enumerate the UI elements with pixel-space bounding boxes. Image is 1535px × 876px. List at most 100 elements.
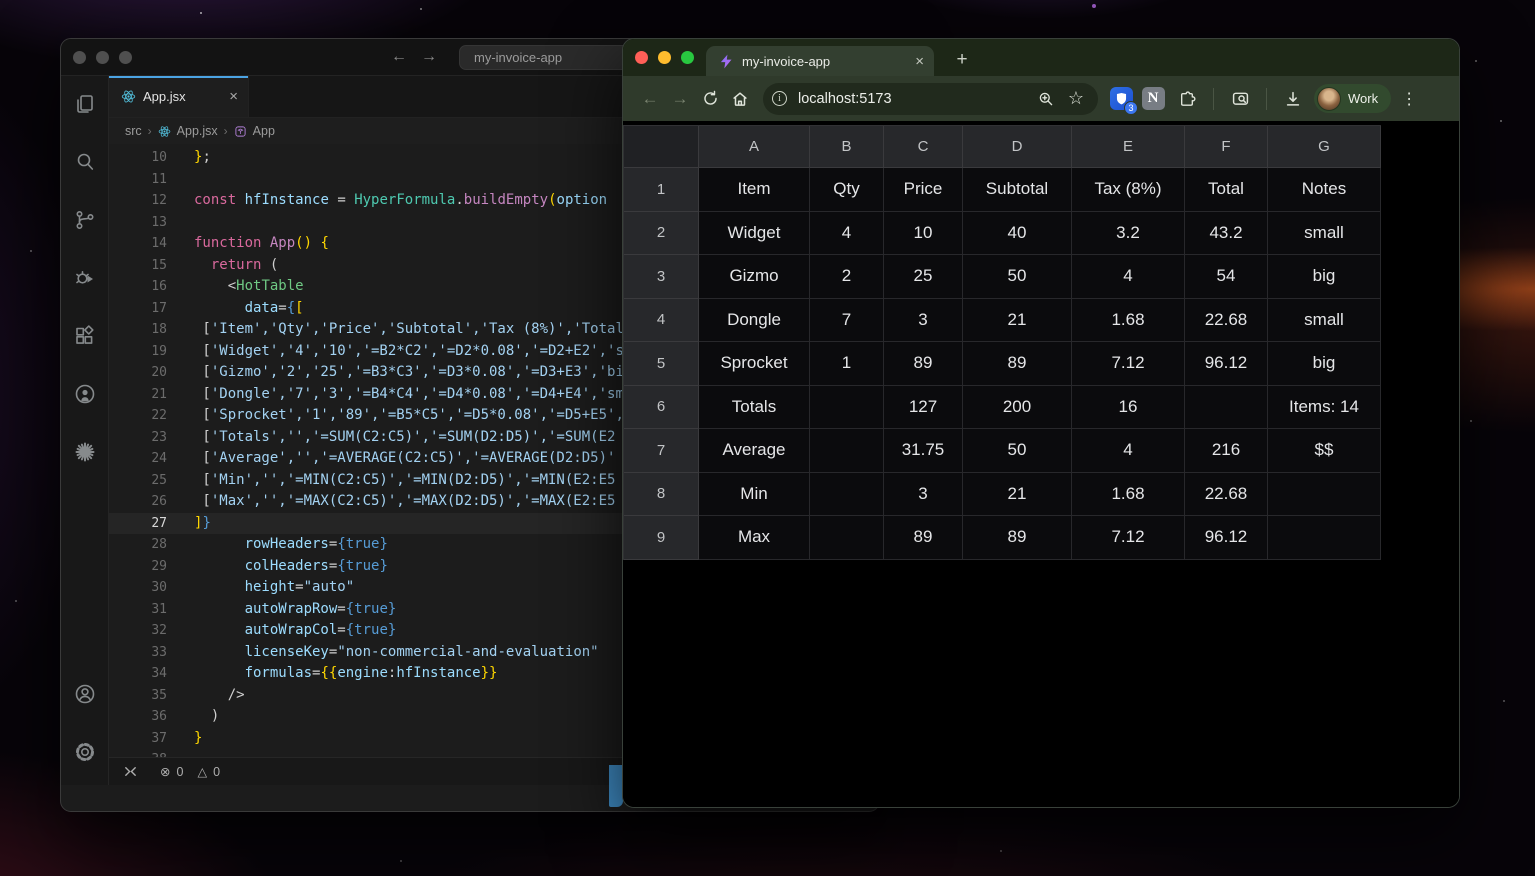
sheet-cell[interactable] [810,516,884,560]
sheet-cell[interactable]: 89 [884,342,963,386]
errors-icon[interactable]: ⊗ [160,764,170,779]
column-header[interactable]: C [884,126,963,168]
sheet-cell[interactable]: Items: 14 [1268,386,1381,430]
search-icon[interactable] [69,146,101,178]
sheet-cell[interactable]: 4 [1072,255,1185,299]
remote-indicator-icon[interactable] [123,764,138,779]
new-tab-button[interactable]: + [947,45,977,75]
close-window-button[interactable] [73,51,86,64]
sheet-cell[interactable]: Gizmo [699,255,810,299]
sheet-cell[interactable]: Average [699,429,810,473]
breadcrumb-file[interactable]: App.jsx [177,124,218,138]
site-info-icon[interactable]: i [769,88,790,109]
sheet-cell[interactable] [810,473,884,517]
sheet-cell[interactable]: 4 [810,212,884,256]
sheet-cell[interactable]: 22.68 [1185,473,1268,517]
sheet-cell[interactable]: 3 [884,473,963,517]
settings-gear-icon[interactable] [69,736,101,768]
bitwarden-extension-icon[interactable]: 3 [1108,86,1134,112]
sheet-cell[interactable]: 7.12 [1072,516,1185,560]
sheet-cell[interactable]: Sprocket [699,342,810,386]
column-header[interactable]: G [1268,126,1381,168]
sheet-cell[interactable]: Min [699,473,810,517]
row-header[interactable]: 3 [624,255,699,299]
sheet-cell[interactable]: big [1268,342,1381,386]
sheet-cell[interactable] [810,386,884,430]
sheet-cell[interactable]: 50 [963,429,1072,473]
sheet-cell[interactable]: big [1268,255,1381,299]
sheet-cell[interactable]: 54 [1185,255,1268,299]
sheet-cell[interactable]: 7 [810,299,884,343]
sheet-cell[interactable] [810,429,884,473]
sheet-cell[interactable]: small [1268,212,1381,256]
profile-chip[interactable]: Work [1314,84,1391,113]
corner-header-cell[interactable] [624,126,699,168]
minimize-window-button[interactable] [658,51,671,64]
accounts-icon[interactable] [69,678,101,710]
sheet-cell[interactable]: 216 [1185,429,1268,473]
sheet-cell[interactable]: $$ [1268,429,1381,473]
tab-search-icon[interactable] [1225,84,1255,114]
breadcrumb-symbol[interactable]: App [253,124,275,138]
sheet-cell[interactable]: 16 [1072,386,1185,430]
sheet-cell[interactable]: 50 [963,255,1072,299]
sheet-cell[interactable]: 96.12 [1185,516,1268,560]
row-header[interactable]: 2 [624,212,699,256]
tab-close-icon[interactable]: × [229,88,238,105]
history-back-icon[interactable]: ← [391,48,407,66]
warnings-icon[interactable]: △ [197,764,207,779]
row-header[interactable]: 1 [624,168,699,212]
zoom-page-icon[interactable] [1034,84,1058,114]
browser-menu-icon[interactable]: ⋮ [1397,89,1421,109]
sheet-cell[interactable]: 25 [884,255,963,299]
sheet-cell[interactable]: Tax (8%) [1072,168,1185,212]
sheet-cell[interactable]: Notes [1268,168,1381,212]
sheet-cell[interactable]: 89 [884,516,963,560]
home-icon[interactable] [725,84,755,114]
reload-icon[interactable] [695,84,725,114]
sheet-cell[interactable]: Item [699,168,810,212]
column-header[interactable]: F [1185,126,1268,168]
url-text[interactable]: localhost:5173 [798,91,1034,107]
browser-tab[interactable]: my-invoice-app × [706,46,934,76]
sheet-cell[interactable]: 200 [963,386,1072,430]
sheet-cell[interactable]: 21 [963,299,1072,343]
sheet-cell[interactable]: 4 [1072,429,1185,473]
sheet-cell[interactable]: 2 [810,255,884,299]
tab-close-icon[interactable]: × [915,53,924,70]
sheet-cell[interactable]: Qty [810,168,884,212]
column-header[interactable]: E [1072,126,1185,168]
sheet-cell[interactable]: Totals [699,386,810,430]
sheet-cell[interactable]: Price [884,168,963,212]
sheet-cell[interactable]: 3.2 [1072,212,1185,256]
row-header[interactable]: 9 [624,516,699,560]
tab-appjsx[interactable]: App.jsx × [109,76,249,117]
downloads-icon[interactable] [1278,84,1308,114]
sheet-cell[interactable]: 89 [963,516,1072,560]
sheet-cell[interactable] [1185,386,1268,430]
row-header[interactable]: 5 [624,342,699,386]
sheet-cell[interactable]: Widget [699,212,810,256]
sheet-cell[interactable]: 22.68 [1185,299,1268,343]
sheet-cell[interactable]: Max [699,516,810,560]
zoom-window-button[interactable] [119,51,132,64]
zoom-window-button[interactable] [681,51,694,64]
run-debug-icon[interactable] [69,262,101,294]
sheet-cell[interactable]: Subtotal [963,168,1072,212]
sheet-cell[interactable]: 10 [884,212,963,256]
breadcrumb-root[interactable]: src [125,124,142,138]
minimize-window-button[interactable] [96,51,109,64]
explorer-icon[interactable] [69,88,101,120]
row-header[interactable]: 4 [624,299,699,343]
column-header[interactable]: D [963,126,1072,168]
sheet-cell[interactable]: 21 [963,473,1072,517]
source-control-icon[interactable] [69,204,101,236]
sheet-cell[interactable] [1268,473,1381,517]
forward-icon[interactable]: → [665,84,695,114]
spreadsheet[interactable]: ABCDEFG1ItemQtyPriceSubtotalTax (8%)Tota… [623,125,1381,560]
extensions-icon[interactable] [69,320,101,352]
sheet-cell[interactable]: 31.75 [884,429,963,473]
bookmark-star-icon[interactable]: ☆ [1064,84,1088,114]
row-header[interactable]: 6 [624,386,699,430]
sheet-cell[interactable]: Total [1185,168,1268,212]
